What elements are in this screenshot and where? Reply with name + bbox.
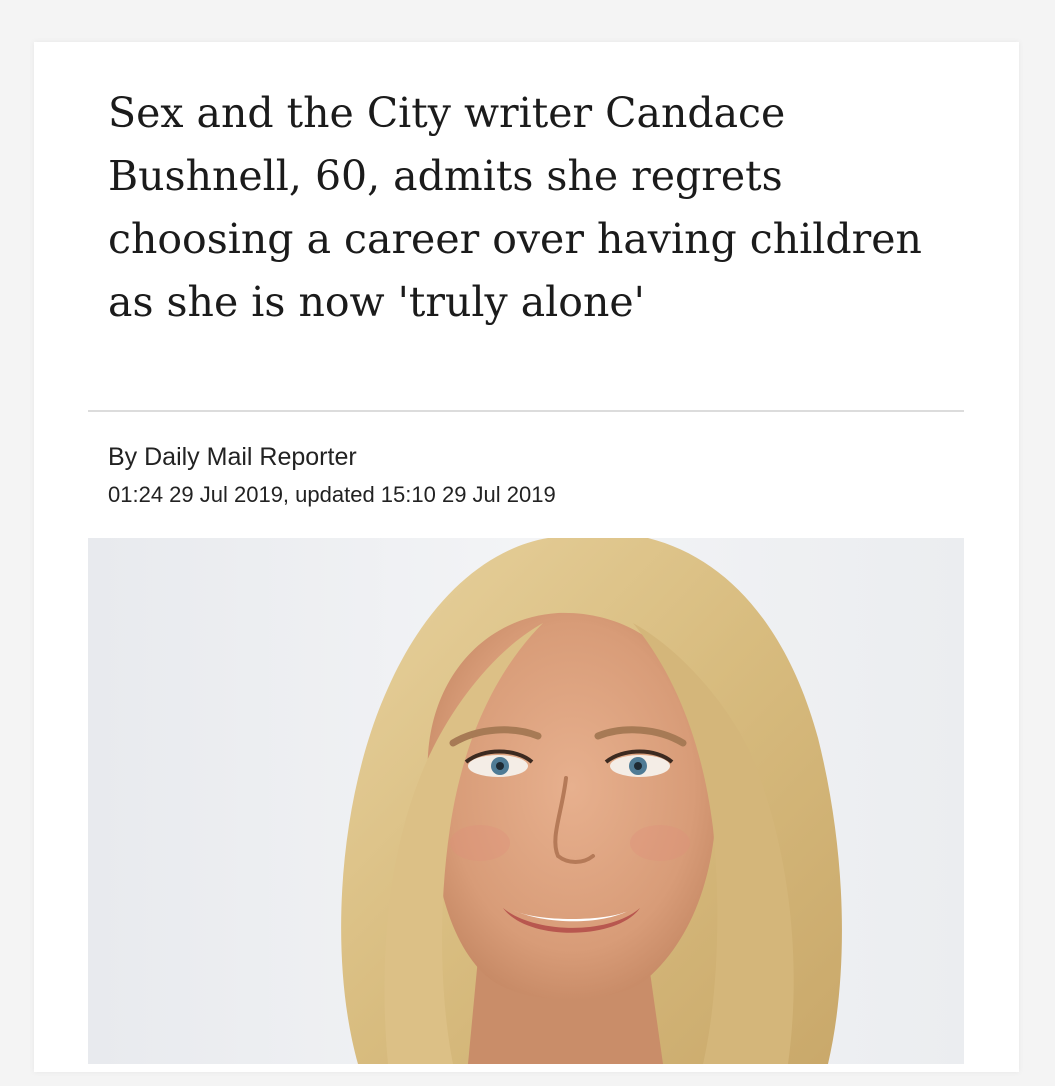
headline-divider	[88, 410, 964, 412]
article-timestamp: 01:24 29 Jul 2019, updated 15:10 29 Jul …	[108, 482, 556, 507]
article-card: Sex and the City writer Candace Bushnell…	[34, 42, 1019, 1072]
article-headline[interactable]: Sex and the City writer Candace Bushnell…	[108, 82, 958, 334]
article-byline[interactable]: By Daily Mail Reporter	[108, 440, 357, 474]
article-photo[interactable]	[88, 538, 964, 1064]
portrait-illustration	[88, 538, 964, 1064]
